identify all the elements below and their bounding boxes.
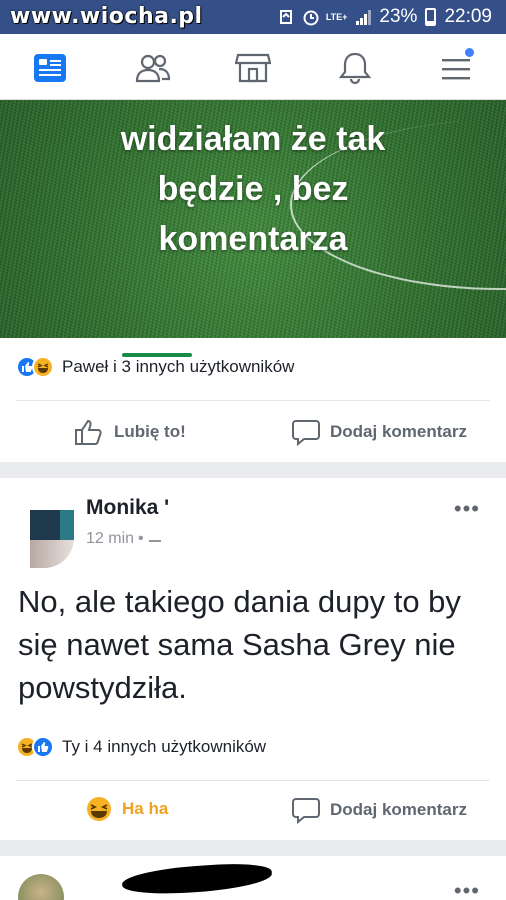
post-time-text: 12 min — [86, 530, 135, 547]
post-body: No, ale takiego dania dupy to by się naw… — [18, 584, 461, 705]
comment-label: Dodaj komentarz — [330, 422, 467, 441]
comment-label: Dodaj komentarz — [330, 800, 467, 819]
alarm-icon — [302, 8, 319, 26]
recycle-icon — [278, 8, 294, 26]
battery-icon — [425, 8, 437, 26]
image-caption-line-1: widziałam że tak — [120, 120, 386, 158]
haha-icon — [87, 797, 111, 821]
battery-percent: 23% — [379, 6, 418, 27]
menu-icon[interactable] — [436, 48, 476, 88]
clock: 22:09 — [444, 6, 492, 27]
network-type: LTE+ — [325, 11, 348, 22]
comment-button[interactable]: Dodaj komentarz — [292, 418, 467, 446]
thumbs-up-icon — [75, 419, 102, 445]
status-bar: www.wiocha.pl LTE+ 23% 22:09 — [0, 0, 506, 34]
avatar[interactable] — [18, 874, 64, 900]
more-options-icon[interactable]: ••• — [454, 880, 480, 900]
reactions-text: Paweł i 3 innych użytkowników — [62, 357, 295, 376]
haha-label: Ha ha — [122, 799, 169, 818]
haha-button[interactable]: Ha ha — [86, 796, 168, 822]
avatar[interactable] — [30, 510, 74, 568]
image-caption: widziałam że tak będzie , bez komentarza — [0, 114, 506, 264]
post-image[interactable]: widziałam że tak będzie , bez komentarza — [0, 100, 506, 338]
watermark: www.wiocha.pl — [10, 4, 203, 29]
top-navigation — [0, 34, 506, 100]
comment-icon — [292, 798, 320, 824]
post-card: Monika ' 12 min • ••• No, ale takiego da… — [0, 478, 506, 840]
status-indicators: LTE+ 23% 22:09 — [278, 6, 492, 28]
post-timestamp: 12 min • — [86, 530, 164, 548]
comment-button[interactable]: Dodaj komentarz — [292, 796, 467, 824]
feed-icon[interactable] — [30, 48, 70, 88]
reactions-summary[interactable]: Paweł i 3 innych użytkowników — [16, 356, 294, 378]
audience-icon — [148, 540, 161, 542]
comment-icon — [292, 420, 320, 446]
signal-icon — [355, 8, 372, 26]
haha-reaction-icon — [32, 356, 54, 378]
redaction-mark — [121, 860, 273, 898]
notification-dot — [465, 48, 474, 57]
friends-icon[interactable] — [133, 48, 173, 88]
post-footer: Paweł i 3 innych użytkowników Lubię to! … — [0, 338, 506, 462]
reactions-summary[interactable]: Ty i 4 innych użytkowników — [16, 736, 266, 758]
like-label: Lubię to! — [114, 422, 186, 441]
author-name[interactable]: Monika ' — [86, 496, 169, 520]
next-post-card: ••• — [0, 856, 506, 900]
notifications-icon[interactable] — [335, 48, 375, 88]
divider — [16, 400, 490, 401]
reactions-text: Ty i 4 innych użytkowników — [62, 737, 267, 756]
image-caption-line-2: będzie , bez — [157, 170, 349, 208]
divider — [16, 780, 490, 781]
separator-dot: • — [138, 530, 144, 547]
marketplace-icon[interactable] — [233, 48, 273, 88]
image-caption-line-3: komentarza — [158, 220, 348, 258]
more-options-icon[interactable]: ••• — [454, 498, 480, 520]
like-button[interactable]: Lubię to! — [74, 418, 186, 446]
redaction-mark — [122, 353, 192, 357]
like-reaction-icon — [32, 736, 54, 758]
